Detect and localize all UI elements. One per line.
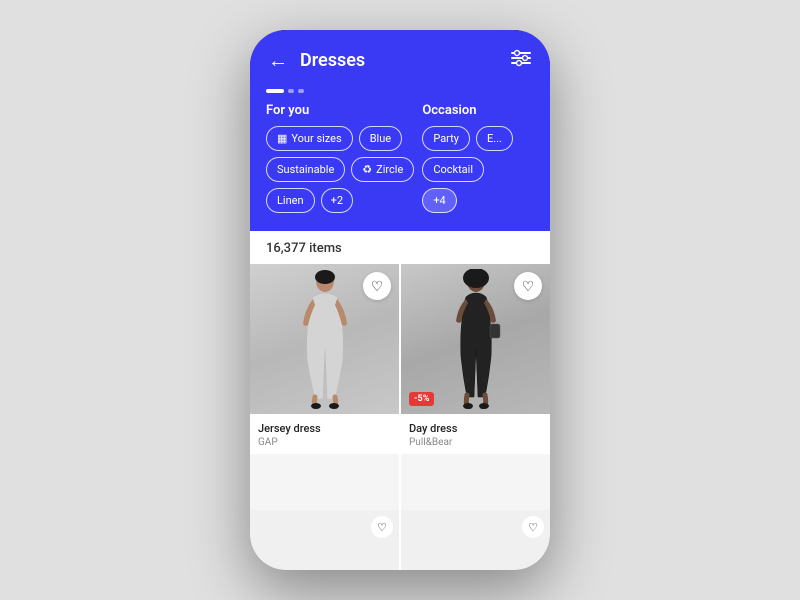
wishlist-button-4[interactable]: ♡: [522, 516, 544, 538]
sizes-icon: ▦: [277, 132, 287, 145]
page-title: Dresses: [300, 50, 365, 71]
discount-badge-2: -5%: [409, 392, 434, 406]
occasion-row-2: Cocktail: [422, 157, 534, 182]
for-you-label: For you: [266, 103, 414, 118]
dot-active: [266, 89, 284, 93]
product-name-2: Day dress: [409, 422, 542, 435]
header-left: ← Dresses: [268, 48, 365, 73]
occasion-column: Occasion Party E... Cocktail: [422, 103, 534, 219]
extra-label: E...: [487, 132, 502, 145]
occasion-row-3: +4: [422, 188, 534, 213]
cocktail-label: Cocktail: [433, 163, 473, 176]
dot-inactive-1: [288, 89, 294, 93]
zircle-chip[interactable]: ♻ Zircle: [351, 157, 414, 182]
dot-inactive-2: [298, 89, 304, 93]
products-grid: ♡ Jersey dress GAP: [250, 264, 550, 510]
pagination-dots: [266, 89, 534, 93]
your-sizes-label: Your sizes: [291, 132, 341, 145]
header: ← Dresses: [250, 30, 550, 81]
screen: ← Dresses: [250, 30, 550, 570]
wishlist-button-3[interactable]: ♡: [371, 516, 393, 538]
party-chip[interactable]: Party: [422, 126, 470, 151]
linen-label: Linen: [277, 194, 304, 207]
filter-section: For you ▦ Your sizes Blue Sustainable: [250, 81, 550, 231]
your-sizes-chip[interactable]: ▦ Your sizes: [266, 126, 353, 151]
wishlist-button-2[interactable]: ♡: [514, 272, 542, 300]
product-card-1: ♡ Jersey dress GAP: [250, 264, 399, 510]
product-image-2: ♡ -5%: [401, 264, 550, 414]
zircle-label: Zircle: [376, 163, 403, 176]
occasion-row-1: Party E...: [422, 126, 534, 151]
filter-icon[interactable]: [510, 49, 532, 72]
for-you-row-1: ▦ Your sizes Blue: [266, 126, 414, 151]
for-you-column: For you ▦ Your sizes Blue Sustainable: [266, 103, 414, 219]
product-card-2: ♡ -5% Day dress Pull&Bear: [401, 264, 550, 510]
wishlist-button-1[interactable]: ♡: [363, 272, 391, 300]
filter-columns: For you ▦ Your sizes Blue Sustainable: [266, 103, 534, 219]
blue-chip[interactable]: Blue: [359, 126, 402, 151]
sustainable-label: Sustainable: [277, 163, 334, 176]
product-brand-2: Pull&Bear: [409, 437, 542, 448]
bottom-row: ♡ ♡: [250, 510, 550, 570]
bottom-card-1: ♡: [250, 510, 399, 570]
more-2-chip[interactable]: +4: [422, 188, 456, 213]
extra-chip[interactable]: E...: [476, 126, 513, 151]
items-count: 16,377 items: [250, 231, 550, 264]
product-image-1: ♡: [250, 264, 399, 414]
for-you-row-2: Sustainable ♻ Zircle: [266, 157, 414, 182]
cocktail-chip[interactable]: Cocktail: [422, 157, 484, 182]
for-you-row-3: Linen +2: [266, 188, 414, 213]
blue-label: Blue: [370, 132, 391, 145]
phone-frame: ← Dresses: [250, 30, 550, 570]
product-info-2: Day dress Pull&Bear: [401, 414, 550, 454]
recycle-icon: ♻: [362, 163, 372, 176]
product-info-1: Jersey dress GAP: [250, 414, 399, 454]
product-brand-1: GAP: [258, 437, 391, 448]
party-label: Party: [433, 132, 459, 145]
bottom-card-2: ♡: [401, 510, 550, 570]
linen-chip[interactable]: Linen: [266, 188, 315, 213]
occasion-label: Occasion: [422, 103, 534, 118]
more-1-chip[interactable]: +2: [321, 188, 353, 213]
sustainable-chip[interactable]: Sustainable: [266, 157, 345, 182]
back-button[interactable]: ←: [268, 48, 288, 73]
product-name-1: Jersey dress: [258, 422, 391, 435]
